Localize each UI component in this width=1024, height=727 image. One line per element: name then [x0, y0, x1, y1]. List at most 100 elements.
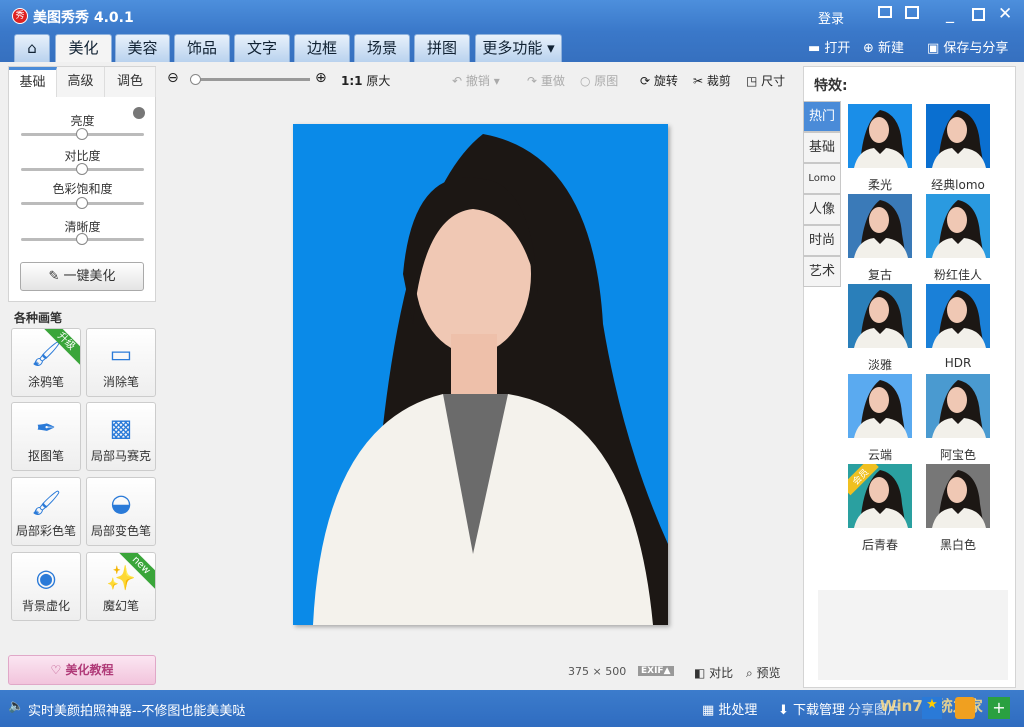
- effect-label[interactable]: 经典lomo: [918, 176, 998, 193]
- effect-category-tab[interactable]: 时尚: [803, 225, 841, 256]
- sharpness-slider[interactable]: [21, 233, 144, 245]
- tool-blur[interactable]: ◉ 背景虚化: [11, 552, 81, 621]
- one-click-beautify-button[interactable]: ✎ 一键美化: [20, 262, 144, 291]
- effect-thumbnail[interactable]: [926, 104, 990, 168]
- tool-label: 局部变色笔: [90, 524, 151, 538]
- original-label: 原图: [594, 74, 619, 88]
- weibo-icon[interactable]: [955, 697, 975, 719]
- status-message[interactable]: 实时美颜拍照神器--不修图也能美美哒: [28, 700, 245, 719]
- undo-label: 撤销: [465, 74, 490, 88]
- tool-label: 魔幻笔: [102, 599, 139, 613]
- effect-category-tab[interactable]: 艺术: [803, 256, 841, 287]
- contrast-slider[interactable]: [21, 163, 144, 175]
- saturation-slider[interactable]: [21, 197, 144, 209]
- effect-thumbnail[interactable]: [848, 374, 912, 438]
- actual-size-button[interactable]: 1:1 原大: [341, 72, 390, 89]
- tab-beautify[interactable]: 美化: [55, 34, 112, 64]
- skin-icon[interactable]: [905, 6, 919, 19]
- effect-preview-image: [926, 104, 990, 168]
- effect-thumbnail[interactable]: [848, 194, 912, 258]
- tab-more[interactable]: 更多功能 ▾: [475, 34, 562, 62]
- effect-label[interactable]: HDR: [918, 356, 998, 370]
- effect-preview-image: [848, 284, 912, 348]
- cutout-pen-icon: ✒: [35, 414, 57, 442]
- tutorial-button[interactable]: ♡ 美化教程: [8, 655, 156, 685]
- tab-text[interactable]: 文字: [234, 34, 290, 62]
- effect-category-tab[interactable]: 基础: [803, 132, 841, 163]
- download-button[interactable]: ⬇ 下载管理: [778, 699, 845, 718]
- new-label: 新建: [878, 41, 905, 56]
- tool-label: 抠图笔: [27, 449, 64, 463]
- effect-thumbnail[interactable]: [926, 284, 990, 348]
- slider-knob[interactable]: [76, 197, 88, 209]
- batch-button[interactable]: ▦ 批处理: [702, 699, 757, 718]
- tab-scene[interactable]: 场景: [354, 34, 410, 62]
- tool-brush[interactable]: 🖌 涂鸦笔 升级: [11, 328, 81, 397]
- tab-collage[interactable]: 拼图: [414, 34, 470, 62]
- preview-button[interactable]: ⌕ 预览: [746, 664, 781, 681]
- subtab-advanced[interactable]: 高级: [57, 67, 105, 97]
- subtab-color[interactable]: 调色: [105, 67, 156, 97]
- maximize-button[interactable]: [972, 8, 985, 21]
- zoom-slider[interactable]: [190, 74, 310, 85]
- effect-category-tab[interactable]: 热门: [803, 101, 841, 132]
- effect-thumbnail[interactable]: [926, 374, 990, 438]
- effect-thumbnail[interactable]: 会员: [848, 464, 912, 528]
- redo-button[interactable]: ↷ 重做: [527, 72, 565, 89]
- tab-face[interactable]: 美容: [115, 34, 170, 62]
- effect-category-tab[interactable]: 人像: [803, 194, 841, 225]
- effect-label[interactable]: 柔光: [840, 176, 920, 193]
- slider-knob[interactable]: [76, 233, 88, 245]
- effect-label[interactable]: 复古: [840, 266, 920, 283]
- minimize-button[interactable]: _: [946, 4, 954, 23]
- tool-eraser[interactable]: ▭ 消除笔: [86, 328, 156, 397]
- slider-knob[interactable]: [76, 163, 88, 175]
- effect-label[interactable]: 黑白色: [918, 536, 998, 553]
- star-icon[interactable]: ★: [922, 697, 942, 719]
- login-link[interactable]: 登录: [818, 8, 844, 27]
- tool-mosaic[interactable]: ▩ 局部马赛克: [86, 402, 156, 471]
- effect-label[interactable]: 云端: [840, 446, 920, 463]
- speaker-icon: 🔈: [8, 699, 25, 714]
- effect-label[interactable]: 粉红佳人: [918, 266, 998, 283]
- tool-color-brush[interactable]: 🖌 局部彩色笔: [11, 477, 81, 546]
- effect-thumbnail[interactable]: [926, 464, 990, 528]
- zoom-knob[interactable]: [190, 74, 201, 85]
- new-button[interactable]: ⊕ 新建: [863, 37, 904, 56]
- add-icon[interactable]: +: [988, 697, 1010, 719]
- tool-recolor[interactable]: ◒ 局部变色笔: [86, 477, 156, 546]
- effect-preview-image: [926, 194, 990, 258]
- original-button[interactable]: ○ 原图: [580, 72, 618, 89]
- tab-frame[interactable]: 边框: [294, 34, 350, 62]
- effect-thumbnail[interactable]: [848, 104, 912, 168]
- download-label: 下载管理: [793, 703, 846, 718]
- effect-label[interactable]: 淡雅: [840, 356, 920, 373]
- slider-knob[interactable]: [76, 128, 88, 140]
- tab-home[interactable]: ⌂: [14, 34, 50, 62]
- crop-button[interactable]: ✂ 裁剪: [693, 72, 731, 89]
- tab-accessories[interactable]: 饰品: [174, 34, 230, 62]
- zoom-out-icon[interactable]: ⊖: [167, 70, 179, 86]
- exif-button[interactable]: EXIF▲: [638, 666, 674, 676]
- brightness-slider[interactable]: [21, 128, 144, 140]
- save-share-button[interactable]: ▣ 保存与分享: [927, 37, 1008, 56]
- zoom-in-icon[interactable]: ⊕: [315, 70, 327, 86]
- tool-cutout-pen[interactable]: ✒ 抠图笔: [11, 402, 81, 471]
- one-click-label: 一键美化: [63, 269, 116, 284]
- effect-thumbnail[interactable]: [848, 284, 912, 348]
- compare-button[interactable]: ◧ 对比: [694, 664, 733, 681]
- effect-thumbnail[interactable]: [926, 194, 990, 258]
- photo-canvas[interactable]: [293, 124, 668, 625]
- resize-button[interactable]: ◳ 尺寸: [746, 72, 785, 89]
- undo-button[interactable]: ↶ 撤销 ▾: [452, 72, 500, 89]
- effect-label[interactable]: 阿宝色: [918, 446, 998, 463]
- feedback-icon[interactable]: [878, 6, 892, 18]
- effect-category-tab[interactable]: Lomo: [803, 163, 841, 194]
- subtab-basic[interactable]: 基础: [9, 67, 57, 97]
- rotate-button[interactable]: ⟳ 旋转: [640, 72, 678, 89]
- open-button[interactable]: ▬ 打开: [808, 37, 850, 56]
- tool-magic-pen[interactable]: ✨ 魔幻笔 new: [86, 552, 156, 621]
- effect-label[interactable]: 后青春: [840, 536, 920, 553]
- close-button[interactable]: ✕: [998, 4, 1012, 24]
- tool-label: 局部马赛克: [90, 449, 151, 463]
